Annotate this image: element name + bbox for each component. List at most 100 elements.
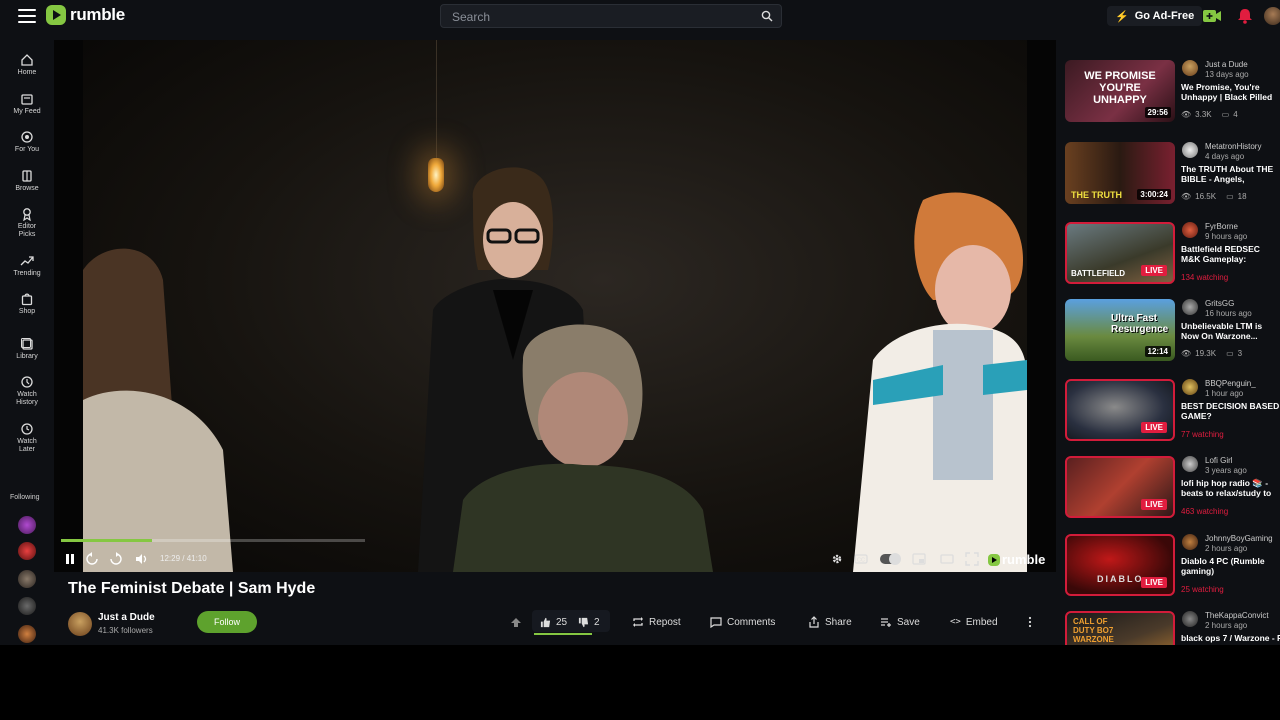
video-title[interactable]: Battlefield REDSEC M&K Gameplay: Buildin… [1181,244,1280,264]
recommended-column: WE PROMISE YOU'RE UNHAPPY 29:56 Just a D… [1056,40,1280,645]
video-thumbnail[interactable]: BATTLEFIELD LIVE [1065,222,1175,284]
comment-count: 3 [1237,349,1243,358]
live-badge: LIVE [1141,422,1167,433]
video-title[interactable]: We Promise, You're Unhappy | Black Pille… [1181,82,1280,102]
channel-avatar[interactable] [1182,222,1198,238]
video-thumbnail[interactable]: LIVE [1065,456,1175,518]
following-channel-avatar[interactable] [18,597,36,615]
boost-icon[interactable] [509,615,523,629]
video-player[interactable]: 12:29 / 41:10 CC rumble [54,40,1056,572]
channel-avatar[interactable] [1182,60,1198,76]
sidebar-item-library[interactable]: Library [0,337,54,361]
user-avatar[interactable] [1264,7,1280,25]
search-icon[interactable] [761,10,773,22]
volume-icon[interactable] [134,552,148,566]
channel-avatar[interactable] [1182,611,1198,627]
search-input[interactable] [441,5,751,29]
following-channel-avatar[interactable] [18,516,36,534]
channel-name[interactable]: MetatronHistory [1205,142,1261,151]
upload-video-icon[interactable] [1202,7,1222,25]
rewind-icon[interactable] [85,552,99,566]
autoplay-toggle[interactable] [880,553,901,565]
like-button[interactable]: 25 [540,613,567,631]
video-stats: 👁 19.3K ▭ 3 [1181,349,1242,358]
recommended-video-card[interactable]: LIVE Lofi Girl 3 years ago lofi hip hop … [1065,456,1280,518]
recommended-video-card[interactable]: BATTLEFIELD LIVE FyrBorne 9 hours ago Ba… [1065,222,1280,284]
channel-avatar[interactable] [1182,299,1198,315]
menu-icon[interactable] [18,9,36,23]
dislike-button[interactable]: 2 [578,613,600,631]
channel-name[interactable]: JohnnyBoyGaming [1205,534,1273,543]
recommended-video-card[interactable]: THE TRUTH 3:00:24 MetatronHistory 4 days… [1065,142,1280,204]
recommended-video-card[interactable]: Ultra Fast Resurgence 12:14 GritsGG 16 h… [1065,299,1280,361]
channel-name[interactable]: FyrBorne [1205,222,1238,231]
miniplayer-icon[interactable] [912,552,926,566]
channel-name[interactable]: TheKappaConvict [1205,611,1269,620]
video-title[interactable]: BEST DECISION BASED GAME? [1181,401,1280,421]
sidebar-item-editor-picks[interactable]: Editor Picks [0,207,54,239]
watching-count: 134 watching [1181,273,1229,282]
more-options-icon[interactable] [1024,616,1036,628]
video-thumbnail[interactable]: DIABLO LIVE [1065,534,1175,596]
rumble-logo-icon [46,5,66,25]
sidebar-item-browse[interactable]: Browse [0,169,54,193]
sidebar-item-for-you[interactable]: For You [0,130,54,154]
notifications-bell-icon[interactable] [1235,7,1255,25]
channel-name[interactable]: Just a Dude [1205,60,1248,69]
embed-button[interactable]: <> Embed [950,613,998,631]
sidebar-item-home[interactable]: Home [0,53,54,77]
video-title[interactable]: black ops 7 / Warzone - Road [1181,633,1280,643]
sidebar-item-watch-history[interactable]: Watch History [0,375,54,407]
following-channel-avatar[interactable] [18,542,36,560]
ribbon-icon [23,208,31,221]
pause-icon[interactable] [63,552,77,566]
recommended-video-card[interactable]: DIABLO LIVE JohnnyBoyGaming 2 hours ago … [1065,534,1280,596]
video-thumbnail[interactable]: THE TRUTH 3:00:24 [1065,142,1175,204]
progress-bar[interactable] [61,539,365,542]
sidebar-item-trending[interactable]: Trending [0,254,54,278]
theater-mode-icon[interactable] [940,552,954,566]
video-title[interactable]: lofi hip hop radio 📚 - beats to relax/st… [1181,478,1280,498]
forward-icon[interactable] [109,552,123,566]
captions-icon[interactable]: CC [854,552,868,566]
video-thumbnail[interactable]: CALL OF DUTY BO7 WARZONE [1065,611,1175,645]
thumbnail-text: CALL OF DUTY BO7 WARZONE [1073,617,1114,644]
following-channel-avatar[interactable] [18,570,36,588]
channel-avatar[interactable] [1182,534,1198,550]
video-thumbnail[interactable]: Ultra Fast Resurgence 12:14 [1065,299,1175,361]
video-title[interactable]: Unbelievable LTM is Now On Warzone... Bu… [1181,321,1280,341]
comments-button[interactable]: Comments [710,613,775,631]
channel-avatar[interactable] [1182,142,1198,158]
recommended-video-card[interactable]: WE PROMISE YOU'RE UNHAPPY 29:56 Just a D… [1065,60,1280,122]
go-adfree-button[interactable]: ⚡ Go Ad-Free [1107,6,1203,26]
watching-count: 25 watching [1181,585,1224,594]
live-badge: LIVE [1141,577,1167,588]
video-title[interactable]: The TRUTH About THE BIBLE - Angels, Demo… [1181,164,1280,184]
watching-count: 463 watching [1181,507,1229,516]
recommended-video-card[interactable]: LIVE BBQPenguin_ 1 hour ago BEST DECISIO… [1065,379,1280,441]
video-thumbnail[interactable]: LIVE [1065,379,1175,441]
save-button[interactable]: Save [880,613,920,631]
follow-button[interactable]: Follow [197,611,257,633]
channel-name[interactable]: Lofi Girl [1205,456,1233,465]
upload-age: 2 hours ago [1205,621,1248,630]
rumble-logo[interactable]: rumble [46,5,125,25]
channel-name[interactable]: GritsGG [1205,299,1234,308]
channel-avatar[interactable] [1182,379,1198,395]
following-channel-avatar[interactable] [18,625,36,643]
sidebar-item-watch-later[interactable]: Watch Later [0,422,54,454]
channel-avatar[interactable] [1182,456,1198,472]
share-button[interactable]: Share [808,613,852,631]
channel-name[interactable]: BBQPenguin_ [1205,379,1256,388]
channel-name[interactable]: Just a Dude [98,612,155,623]
video-thumbnail[interactable]: WE PROMISE YOU'RE UNHAPPY 29:56 [1065,60,1175,122]
sidebar-item-shop[interactable]: Shop [0,292,54,316]
fullscreen-icon[interactable] [965,552,979,566]
sidebar-item-my-feed[interactable]: My Feed [0,92,54,116]
recommended-video-card[interactable]: CALL OF DUTY BO7 WARZONE TheKappaConvict… [1065,611,1280,645]
video-title[interactable]: Diablo 4 PC (Rumble gaming) [1181,556,1280,576]
player-rumble-logo[interactable]: rumble [988,552,1045,567]
repost-button[interactable]: Repost [632,613,681,631]
channel-avatar[interactable] [68,612,92,636]
settings-gear-icon[interactable] [830,552,844,566]
